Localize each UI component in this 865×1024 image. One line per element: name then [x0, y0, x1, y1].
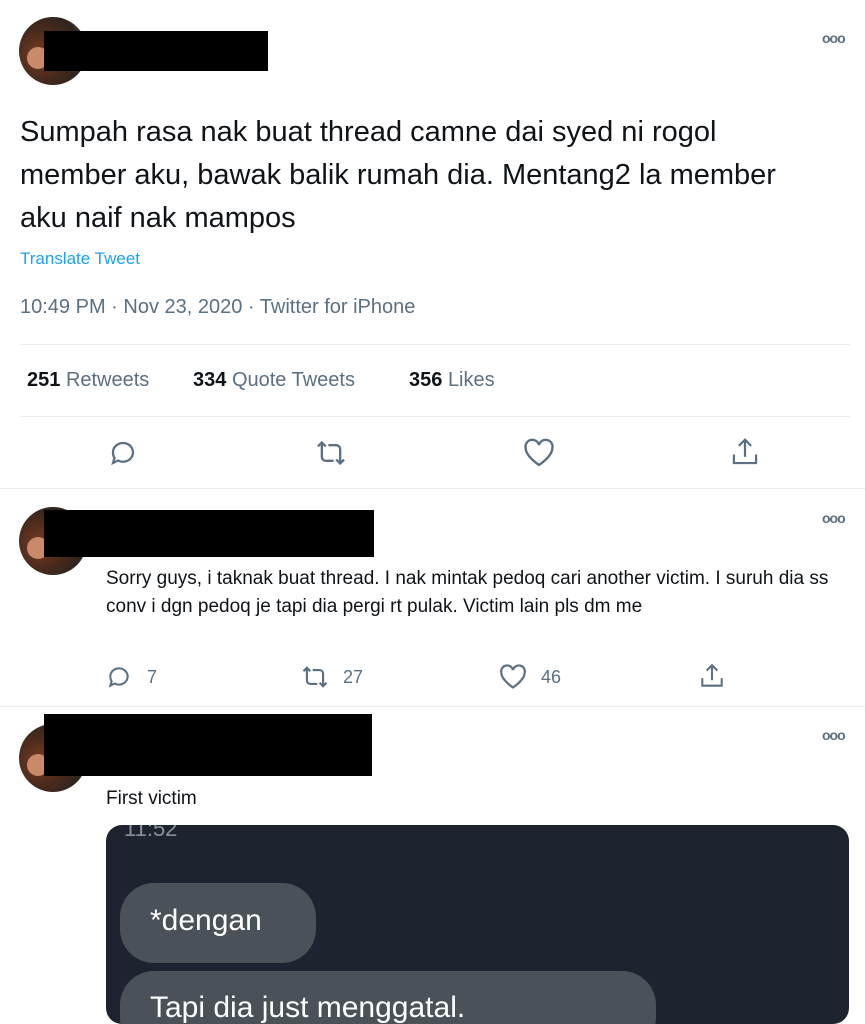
retweets-label: Retweets — [65, 369, 150, 391]
more-options-icon[interactable]: ooo — [822, 30, 846, 46]
retweet-count: 27 — [343, 667, 364, 687]
redacted-username — [44, 31, 268, 71]
more-options-icon[interactable]: ooo — [822, 727, 846, 743]
like-count: 46 — [541, 667, 562, 687]
likes-stat[interactable]: 356 Likes — [409, 369, 495, 392]
like-icon[interactable] — [499, 664, 527, 690]
reply-text: First victim — [106, 788, 197, 809]
chat-bubble-text: *dengan — [150, 904, 262, 937]
reply-count: 7 — [147, 667, 158, 687]
retweet-icon[interactable] — [300, 664, 330, 690]
chat-bubble: *dengan — [120, 883, 316, 963]
share-icon[interactable] — [730, 436, 760, 468]
tweet-text: Sumpah rasa nak buat thread camne dai sy… — [20, 116, 776, 234]
retweet-icon[interactable] — [314, 438, 348, 468]
likes-label: Likes — [447, 369, 495, 391]
share-icon[interactable] — [699, 662, 725, 690]
reply-icon[interactable] — [108, 438, 138, 468]
translate-tweet-link[interactable]: Translate Tweet — [20, 249, 140, 269]
redacted-username — [44, 714, 372, 776]
like-icon[interactable] — [523, 438, 555, 468]
redacted-username — [44, 510, 374, 557]
retweets-count: 251 — [27, 369, 61, 391]
quote-tweets-stat[interactable]: 334 Quote Tweets — [193, 369, 355, 392]
quote-tweets-count: 334 — [193, 369, 227, 391]
divider — [20, 416, 850, 417]
divider — [0, 706, 865, 707]
screenshot-time: 11:52 — [124, 825, 178, 841]
tweet-meta: 10:49 PM · Nov 23, 2020 · Twitter for iP… — [20, 296, 416, 318]
reply-text: Sorry guys, i taknak buat thread. I nak … — [106, 568, 829, 617]
reply-icon[interactable] — [106, 664, 132, 690]
retweets-stat[interactable]: 251 Retweets — [27, 369, 149, 392]
quote-tweets-label: Quote Tweets — [231, 369, 355, 391]
divider — [0, 488, 865, 489]
more-options-icon[interactable]: ooo — [822, 510, 846, 526]
attached-image[interactable]: 11:52 *dengan Tapi dia just menggatal. — [106, 825, 849, 1024]
chat-bubble-text: Tapi dia just menggatal. — [150, 991, 466, 1024]
likes-count: 356 — [409, 369, 443, 391]
chat-bubble: Tapi dia just menggatal. — [120, 971, 656, 1024]
divider — [20, 344, 850, 345]
